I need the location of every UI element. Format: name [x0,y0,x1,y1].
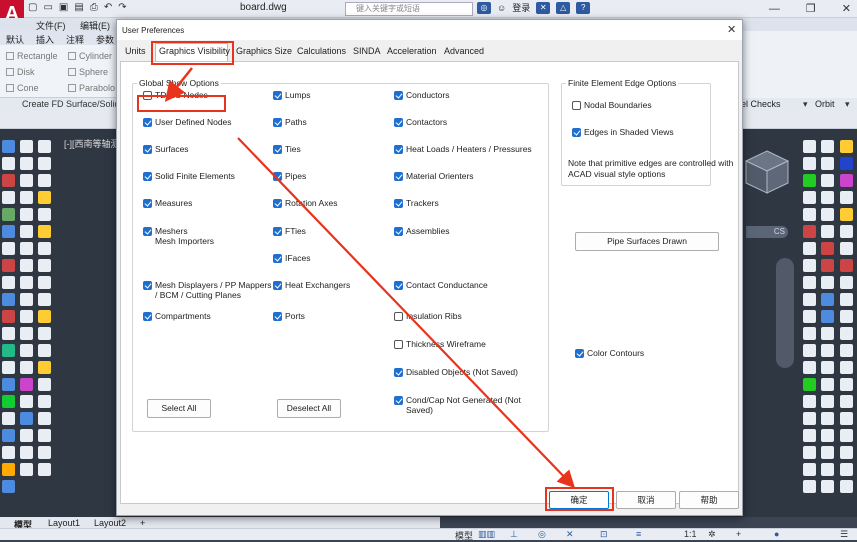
annotation-arrows [164,67,576,489]
arrow-to-ok [237,137,576,489]
arrow-to-tdrc [164,67,193,102]
